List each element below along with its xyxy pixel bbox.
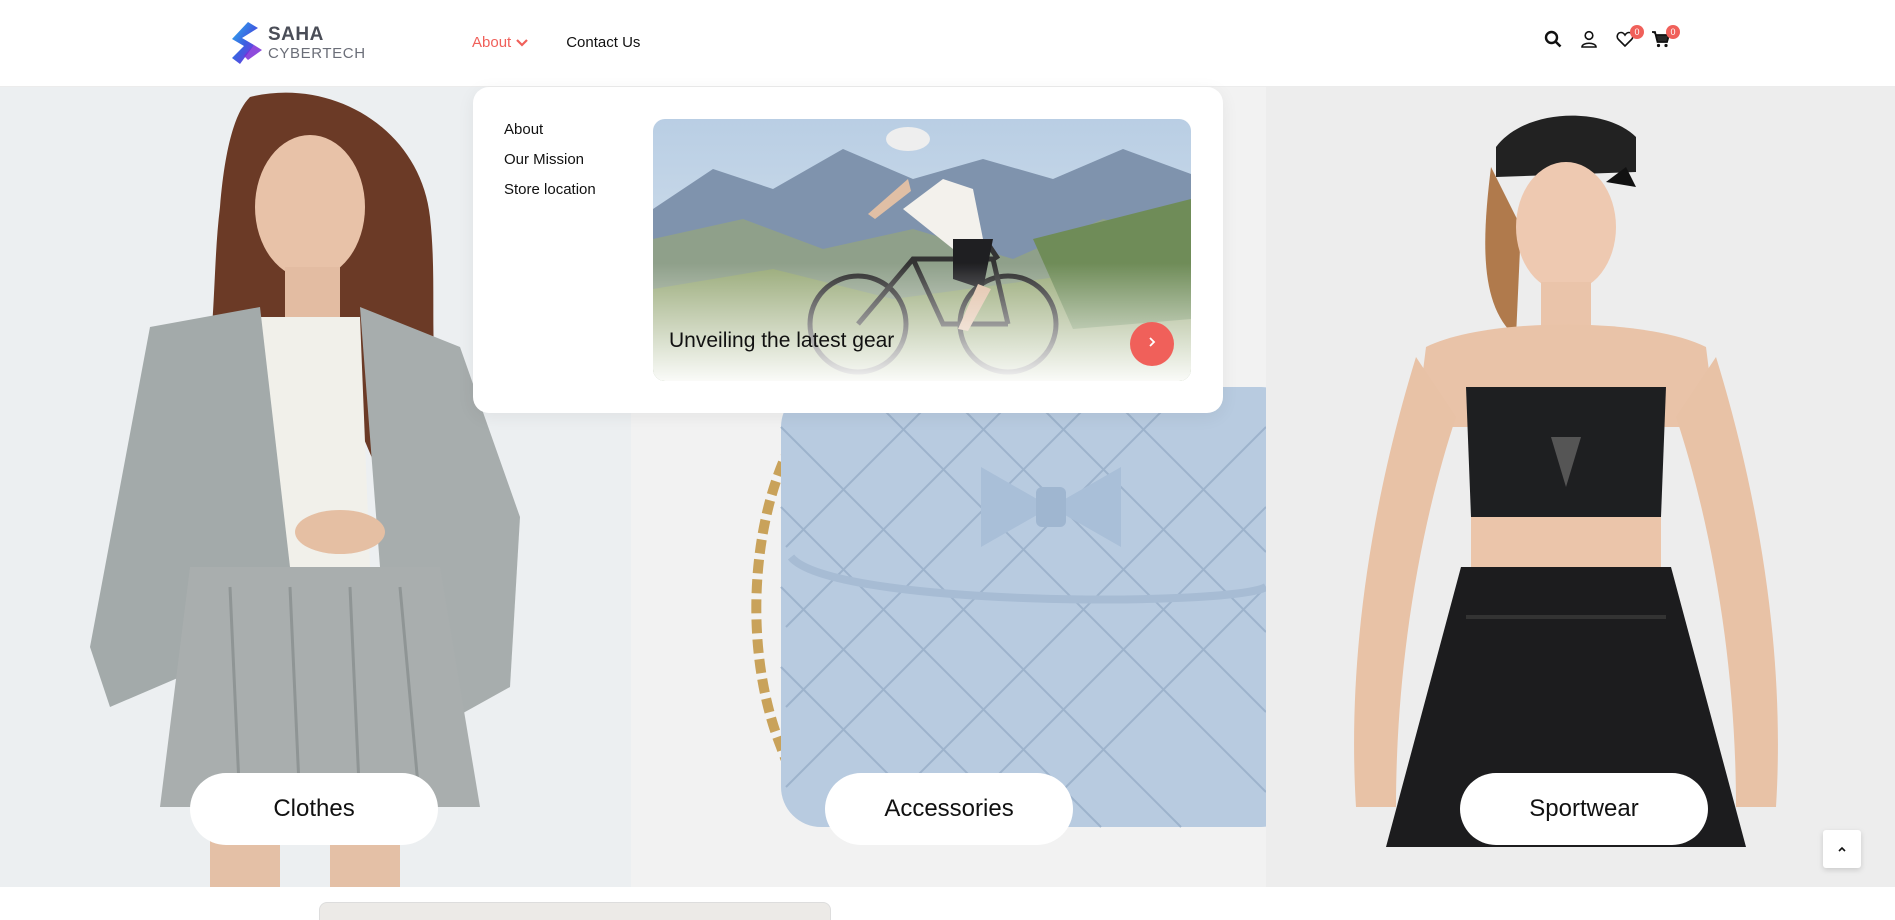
dropdown-link-our-mission[interactable]: Our Mission (504, 149, 596, 179)
nav-contact[interactable]: Contact Us (566, 34, 640, 51)
back-to-top-button[interactable] (1823, 830, 1861, 868)
below-fold-card (319, 902, 831, 920)
chevron-right-icon (1147, 335, 1157, 353)
search-button[interactable] (1542, 30, 1564, 52)
chevron-down-icon (516, 34, 528, 51)
category-clothes-label: Clothes (273, 795, 355, 822)
promo-card[interactable]: Unveiling the latest gear (653, 119, 1191, 381)
dropdown-link-about[interactable]: About (504, 119, 596, 149)
category-accessories-button[interactable]: Accessories (825, 773, 1073, 845)
search-icon (1544, 30, 1562, 53)
site-header: SAHA CYBERTECH About Contact Us 0 0 (0, 0, 1895, 87)
wishlist-count-badge: 0 (1630, 25, 1644, 39)
brand-subname: CYBERTECH (268, 45, 366, 62)
category-clothes-button[interactable]: Clothes (190, 773, 438, 845)
nav-about[interactable]: About (472, 34, 528, 51)
category-sportwear-label: Sportwear (1529, 795, 1639, 822)
category-panel-sportwear[interactable]: Sportwear (1266, 87, 1895, 887)
nav-contact-label: Contact Us (566, 34, 641, 51)
brand-logo[interactable]: SAHA CYBERTECH (228, 20, 366, 66)
cart-button[interactable]: 0 (1650, 25, 1680, 52)
cart-count-badge: 0 (1666, 25, 1680, 39)
account-button[interactable] (1578, 30, 1600, 52)
dropdown-link-store-location[interactable]: Store location (504, 179, 596, 209)
sportwear-model-image (1266, 87, 1895, 887)
user-icon (1580, 30, 1598, 53)
about-dropdown-links: About Our Mission Store location (504, 119, 596, 209)
about-dropdown-menu: About Our Mission Store location Unveili… (473, 87, 1223, 413)
nav-about-label: About (472, 34, 512, 51)
logo-mark-icon (228, 20, 264, 66)
category-accessories-label: Accessories (884, 795, 1014, 822)
chevron-up-icon (1837, 840, 1847, 858)
category-sportwear-button[interactable]: Sportwear (1460, 773, 1708, 845)
main-nav: About Contact Us (472, 34, 678, 51)
wishlist-button[interactable]: 0 (1614, 25, 1644, 52)
promo-arrow-button[interactable] (1130, 322, 1174, 366)
promo-title: Unveiling the latest gear (669, 329, 895, 352)
brand-name: SAHA (268, 24, 324, 45)
header-icons: 0 0 (1542, 25, 1686, 52)
